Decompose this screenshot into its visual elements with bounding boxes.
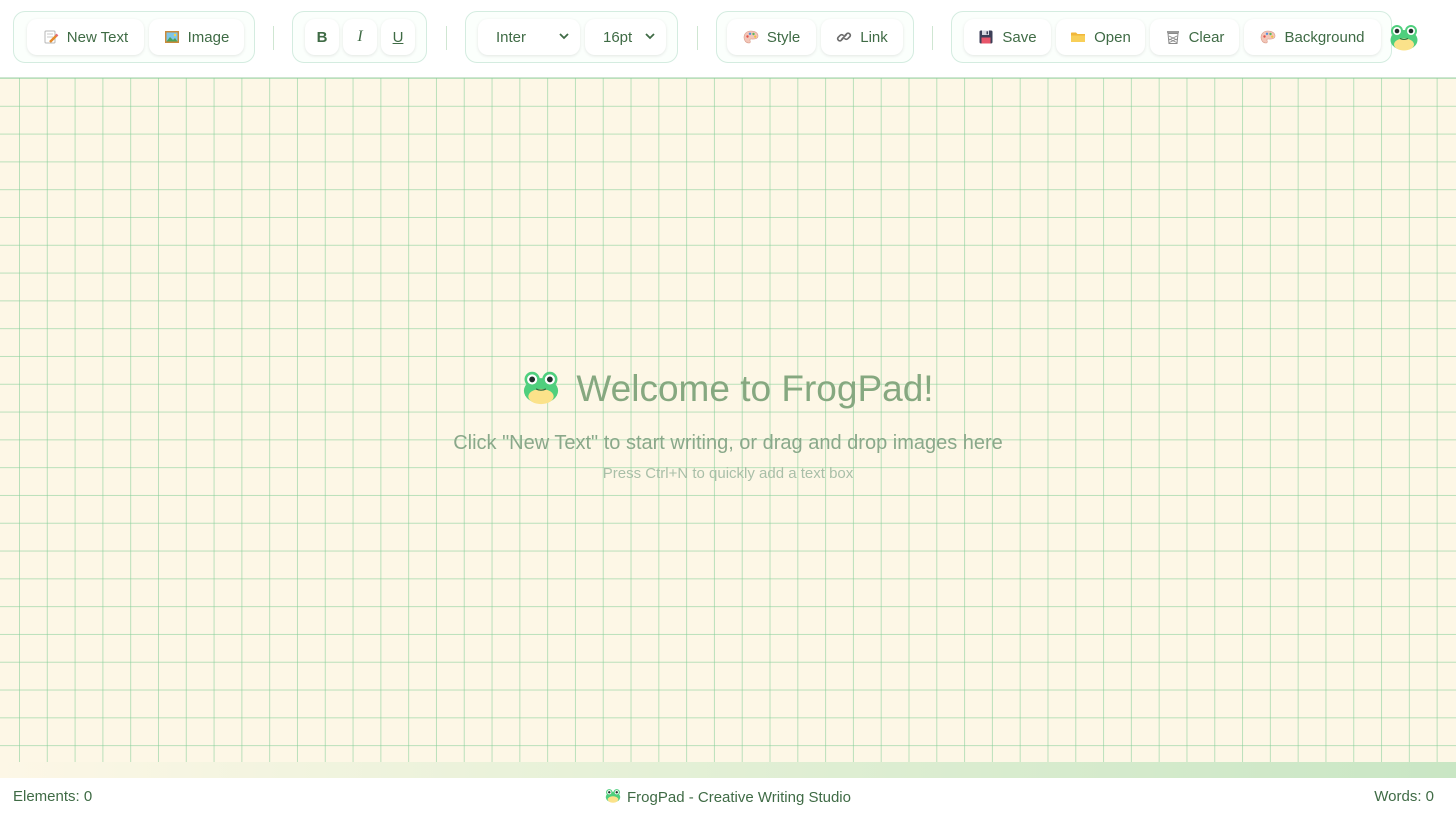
bold-button[interactable]: B bbox=[305, 19, 339, 55]
word-count: Words: 0 bbox=[1374, 788, 1434, 805]
format-group: B I U bbox=[292, 11, 427, 63]
chevron-down-icon bbox=[644, 29, 656, 46]
toolbar-divider bbox=[273, 26, 274, 50]
style-label: Style bbox=[766, 28, 801, 46]
background-label: Background bbox=[1284, 28, 1365, 46]
style-button[interactable]: Style bbox=[727, 19, 816, 55]
open-label: Open bbox=[1094, 28, 1131, 46]
font-group: Inter 16pt bbox=[465, 11, 678, 63]
font-family-select[interactable]: Inter bbox=[478, 19, 580, 55]
clear-button[interactable]: Clear bbox=[1150, 19, 1239, 55]
floppy-disk-icon bbox=[978, 29, 994, 45]
welcome-title-row: Welcome to FrogPad! bbox=[522, 368, 934, 410]
chain-link-icon bbox=[836, 29, 852, 45]
link-button[interactable]: Link bbox=[821, 19, 903, 55]
frog-icon bbox=[605, 788, 621, 807]
frog-icon bbox=[1389, 23, 1419, 56]
file-group: Save Open Clear Background bbox=[951, 11, 1392, 63]
toolbar: New Text Image B I U Inter 16pt Style Li… bbox=[0, 0, 1456, 78]
app-title: FrogPad - Creative Writing Studio bbox=[0, 788, 1456, 807]
clear-label: Clear bbox=[1188, 28, 1225, 46]
toolbar-divider bbox=[697, 26, 698, 50]
insert-group: New Text Image bbox=[13, 11, 255, 63]
link-label: Link bbox=[860, 28, 888, 46]
open-button[interactable]: Open bbox=[1056, 19, 1145, 55]
save-button[interactable]: Save bbox=[964, 19, 1051, 55]
italic-button[interactable]: I bbox=[343, 19, 377, 55]
wastebasket-icon bbox=[1165, 29, 1181, 45]
font-family-value: Inter bbox=[496, 28, 527, 46]
font-size-value: 16pt bbox=[603, 28, 633, 46]
toolbar-divider bbox=[932, 26, 933, 50]
folder-icon bbox=[1070, 29, 1086, 45]
status-bar: Elements: 0 FrogPad - Creative Writing S… bbox=[0, 778, 1456, 813]
underline-button[interactable]: U bbox=[381, 19, 415, 55]
background-button[interactable]: Background bbox=[1244, 19, 1381, 55]
palette-icon bbox=[743, 29, 759, 45]
font-size-select[interactable]: 16pt bbox=[585, 19, 666, 55]
new-text-button[interactable]: New Text bbox=[27, 19, 144, 55]
welcome-subtitle: Click "New Text" to start writing, or dr… bbox=[453, 432, 1003, 454]
toolbar-divider bbox=[446, 26, 447, 50]
save-label: Save bbox=[1002, 28, 1037, 46]
frog-icon bbox=[522, 369, 560, 410]
image-label: Image bbox=[187, 28, 230, 46]
style-group: Style Link bbox=[716, 11, 914, 63]
chevron-down-icon bbox=[558, 29, 570, 46]
app-name: FrogPad - Creative Writing Studio bbox=[627, 789, 851, 806]
writing-canvas[interactable]: Welcome to FrogPad! Click "New Text" to … bbox=[0, 78, 1456, 762]
welcome-title: Welcome to FrogPad! bbox=[576, 368, 934, 409]
image-button[interactable]: Image bbox=[149, 19, 244, 55]
welcome-hint: Press Ctrl+N to quickly add a text box bbox=[602, 465, 854, 482]
welcome-message: Welcome to FrogPad! Click "New Text" to … bbox=[0, 368, 1456, 482]
memo-pencil-icon bbox=[43, 29, 59, 45]
framed-picture-icon bbox=[164, 29, 180, 45]
new-text-label: New Text bbox=[66, 28, 129, 46]
palette-icon bbox=[1260, 29, 1276, 45]
canvas-bottom-strip bbox=[0, 762, 1456, 778]
